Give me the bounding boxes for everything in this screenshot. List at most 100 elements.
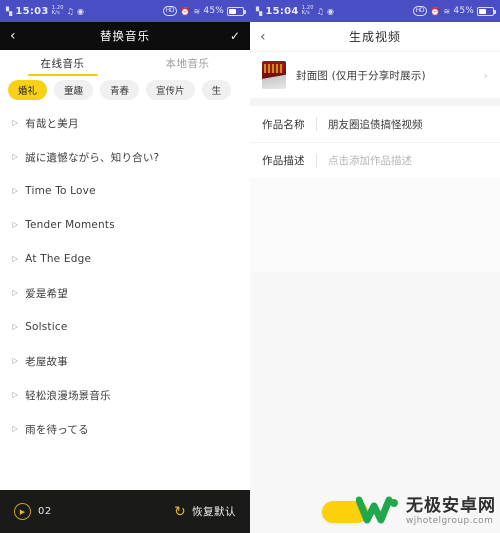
track-count: 02 [38,506,52,517]
generate-video-panel: ‹ 生成视频 封面图 (仅用于分享时展示) › 作品名称 朋友圈追债搞怪视频 作… [250,22,500,533]
work-description-placeholder[interactable]: 点击添加作品描述 [328,153,412,168]
list-item[interactable]: ▷ 爱是希望 [0,276,250,310]
song-title: 誠に遺憾ながら、知り合い? [25,151,160,164]
chip-life[interactable]: 生 [201,80,232,100]
status-bar-right: ▚ 15:04 1.20 K/s ♫ ◉ HD ⏰ ≋ 45% [250,0,500,22]
generate-navbar: ‹ 生成视频 [250,22,500,52]
restore-default-label: 恢复默认 [192,506,236,518]
work-name-value[interactable]: 朋友圈追债搞怪视频 [328,117,423,132]
cover-image-row[interactable]: 封面图 (仅用于分享时展示) › [250,52,500,98]
list-item[interactable]: ▷ 雨を待ってる [0,412,250,446]
song-title: 爱是希望 [25,287,68,300]
song-title: 轻松浪漫场景音乐 [25,389,111,402]
confirm-button[interactable]: ✓ [222,29,240,43]
work-name-field[interactable]: 作品名称 朋友圈追债搞怪视频 [250,106,500,142]
tab-local-music[interactable]: 本地音乐 [125,50,250,76]
song-title: 雨を待ってる [25,423,89,436]
data-speed-indicator: 1.20 K/s [52,6,64,16]
play-icon[interactable]: ▷ [12,425,17,433]
page-title: 生成视频 [348,30,401,44]
list-item[interactable]: ▷ Time To Love [0,174,250,208]
back-button[interactable]: ‹ [260,30,278,44]
status-bar-left-group: ▚ 15:04 1.20 K/s ♫ ◉ [256,6,413,17]
play-icon[interactable]: ▶ [14,503,31,520]
list-item[interactable]: ▷ Tender Moments [0,208,250,242]
alarm-icon: ⏰ [430,6,441,16]
song-title: Solstice [25,321,68,333]
nfc-icon: ◉ [327,6,335,16]
preview-play-group[interactable]: ▶ 02 [14,503,174,520]
signal-icon: ▚ [256,6,263,16]
play-icon[interactable]: ▷ [12,119,17,127]
song-title: Tender Moments [25,219,115,231]
list-item[interactable]: ▷ Solstice [0,310,250,344]
work-name-label: 作品名称 [262,118,305,131]
cover-label: 封面图 (仅用于分享时展示) [296,69,426,82]
music-source-tabs: 在线音乐 本地音乐 [0,50,250,76]
w-logo-icon [355,495,400,529]
play-icon[interactable]: ▷ [12,357,17,365]
chip-promo[interactable]: 宣传片 [146,80,195,100]
play-icon[interactable]: ▷ [12,289,17,297]
cover-thumbnail[interactable] [262,61,286,89]
chip-youth[interactable]: 青春 [100,80,140,100]
data-speed-indicator: 1.20 K/s [302,6,314,16]
play-icon[interactable]: ▷ [12,221,17,229]
list-item[interactable]: ▷ At The Edge [0,242,250,276]
work-description-label: 作品描述 [262,155,305,167]
play-icon[interactable]: ▷ [12,187,17,195]
category-chip-list[interactable]: 婚礼 童趣 青春 宣传片 生 [0,76,250,106]
data-speed-unit: K/s [51,10,60,16]
tab-local-music-label: 本地音乐 [165,57,210,70]
battery-icon [477,6,496,16]
play-icon[interactable]: ▷ [12,255,17,263]
field-separator [316,117,317,131]
list-item[interactable]: ▷ 有哉と美月 [0,106,250,140]
field-separator [316,153,317,168]
restore-default-button[interactable]: ↺ 恢复默认 [174,503,236,520]
song-title: 有哉と美月 [25,117,79,130]
wifi-icon: ≋ [193,6,201,16]
music-navbar: ‹ 替换音乐 ✓ [0,22,250,50]
chip-wedding[interactable]: 婚礼 [8,80,48,100]
song-title: 老屋故事 [25,355,68,368]
song-list: ▷ 有哉と美月 ▷ 誠に遺憾ながら、知り合い? ▷ Time To Love ▷… [0,106,250,446]
work-description-field[interactable]: 作品描述 点击添加作品描述 [250,142,500,178]
status-bar-right-group: HD ⏰ ≋ 45% [412,6,496,16]
status-bar-left-group: ▚ 15:03 1.20 K/s ♫ ◉ [6,6,163,17]
battery-icon [227,6,246,16]
music-panel: ‹ 替换音乐 ✓ 在线音乐 本地音乐 婚礼 童趣 青春 宣传片 生 ▷ 有哉と美… [0,22,250,533]
play-icon[interactable]: ▷ [12,391,17,399]
generate-video-screen: ▚ 15:04 1.20 K/s ♫ ◉ HD ⏰ ≋ 45% ‹ 生成视频 封… [250,0,500,533]
tab-online-music[interactable]: 在线音乐 [0,50,125,76]
music-bottom-bar: ▶ 02 ↺ 恢复默认 [0,490,250,533]
nfc-icon: ◉ [77,6,85,16]
replace-music-screen: ▚ 15:03 1.20 K/s ♫ ◉ HD ⏰ ≋ 45% ‹ 替换音乐 ✓… [0,0,250,533]
restore-icon: ↺ [174,503,186,520]
tab-online-music-label: 在线音乐 [40,57,85,70]
list-item[interactable]: ▷ 老屋故事 [0,344,250,378]
data-speed-unit: K/s [301,10,310,16]
dual-screenshot: ▚ 15:03 1.20 K/s ♫ ◉ HD ⏰ ≋ 45% ‹ 替换音乐 ✓… [0,0,500,533]
chevron-right-icon: › [483,68,488,82]
status-bar-left: ▚ 15:03 1.20 K/s ♫ ◉ HD ⏰ ≋ 45% [0,0,250,22]
list-item[interactable]: ▷ 轻松浪漫场景音乐 [0,378,250,412]
chip-childlike[interactable]: 童趣 [54,80,94,100]
hd-badge: HD [412,6,428,16]
watermark: 无极安卓网 wjhotelgroup.com [322,495,496,529]
status-time: 15:03 [15,5,49,17]
page-title: 替换音乐 [100,29,150,43]
status-time: 15:04 [265,5,299,17]
play-icon[interactable]: ▷ [12,323,17,331]
section-divider [250,98,500,106]
hd-badge: HD [162,6,178,16]
back-button[interactable]: ‹ [10,29,28,43]
status-bar-right-group: HD ⏰ ≋ 45% [162,6,246,16]
music-note-icon: ♫ [316,6,325,16]
battery-percent: 45% [203,6,224,16]
list-item[interactable]: ▷ 誠に遺憾ながら、知り合い? [0,140,250,174]
battery-percent: 45% [453,6,474,16]
watermark-text: 无极安卓网 wjhotelgroup.com [406,498,496,526]
music-note-icon: ♫ [66,6,75,16]
play-icon[interactable]: ▷ [12,153,17,161]
